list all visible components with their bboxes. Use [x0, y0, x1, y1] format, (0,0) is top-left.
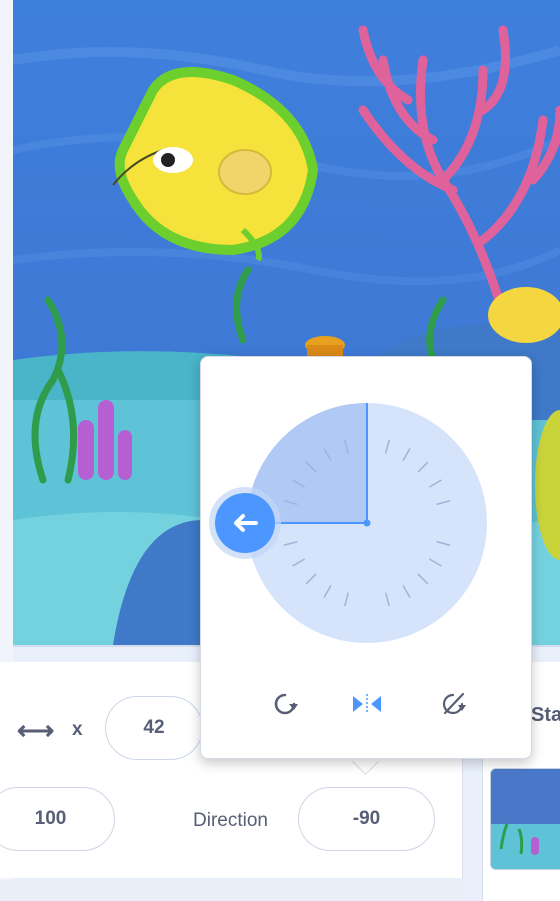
rotation-all-around-button[interactable] — [265, 684, 305, 724]
size-input[interactable]: 100 — [0, 787, 115, 851]
horizontal-double-arrow-icon: ⟷ — [17, 715, 55, 745]
backdrop-thumbnail[interactable] — [490, 768, 560, 870]
direction-input[interactable]: -90 — [298, 787, 435, 851]
stage-tab-label[interactable]: Sta — [531, 704, 560, 727]
x-position-value: 42 — [143, 717, 165, 738]
rotation-dont-rotate-button[interactable] — [435, 684, 475, 724]
backdrop-thumbnail-image — [491, 769, 560, 869]
rotate-all-around-icon — [274, 693, 298, 715]
rotation-left-right-button[interactable] — [347, 684, 387, 724]
sprite-list-strip — [0, 880, 462, 901]
direction-value: -90 — [352, 808, 381, 829]
x-position-input[interactable]: 42 — [105, 696, 203, 760]
direction-label: Direction — [193, 810, 268, 831]
size-value: 100 — [34, 808, 67, 829]
dont-rotate-icon — [442, 692, 466, 715]
x-label: x — [72, 719, 83, 740]
left-right-flip-icon — [353, 694, 381, 714]
dial-handle[interactable] — [209, 487, 281, 559]
